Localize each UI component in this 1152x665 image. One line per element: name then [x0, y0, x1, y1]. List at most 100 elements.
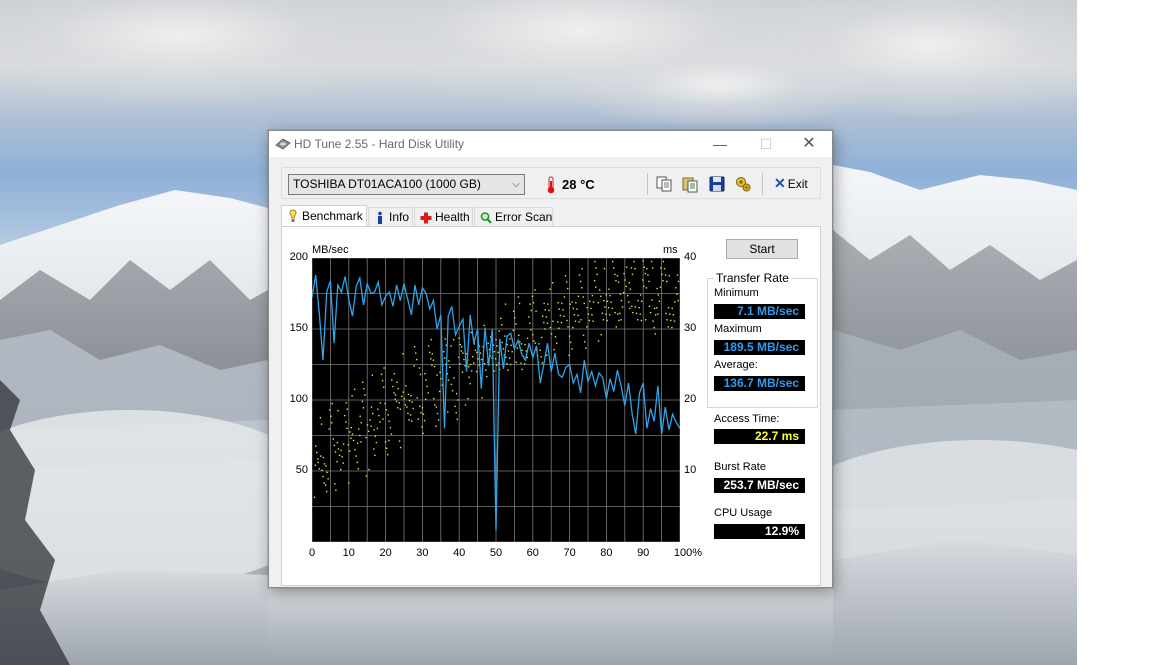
access-time-point — [504, 335, 506, 337]
drive-select[interactable]: TOSHIBA DT01ACA100 (1000 GB) ⌵ — [288, 174, 525, 195]
access-time-point — [632, 311, 634, 314]
window-title: HD Tune 2.55 - Hard Disk Utility — [294, 137, 465, 151]
access-time-point — [620, 299, 623, 302]
access-time-point — [510, 344, 512, 347]
access-time-point — [370, 406, 373, 408]
access-time-point — [617, 281, 620, 283]
maximize-button[interactable]: ☐ — [743, 131, 789, 157]
access-time-point — [318, 468, 321, 470]
access-time-point — [395, 400, 398, 403]
access-time-point — [379, 421, 381, 423]
close-button[interactable]: ✕ — [786, 131, 832, 157]
x-tick-label: 10 — [342, 547, 355, 559]
access-time-point — [558, 308, 560, 310]
tab-info[interactable]: Info — [368, 207, 413, 226]
access-time-point — [558, 327, 560, 329]
access-time-point — [424, 373, 426, 375]
access-time-point — [355, 455, 357, 457]
access-time-point — [359, 415, 361, 418]
access-time-point — [633, 260, 635, 263]
access-time-point — [507, 350, 510, 352]
access-time-point — [577, 295, 580, 298]
access-time-point — [394, 394, 397, 396]
access-time-point — [662, 260, 665, 263]
access-time-point — [586, 306, 588, 309]
access-time-point — [382, 418, 384, 420]
access-time-point — [543, 302, 545, 305]
temperature-value: 28 °C — [562, 177, 595, 192]
save-icon[interactable] — [708, 175, 726, 193]
access-time-point — [546, 354, 548, 356]
access-time-point — [403, 397, 406, 400]
access-time-point — [447, 411, 449, 413]
access-time-point — [336, 461, 338, 463]
x-tick-label: 60 — [526, 547, 539, 559]
burst-rate-value: 253.7 MB/sec — [714, 478, 805, 493]
access-time-point — [326, 471, 328, 474]
access-time-point — [468, 365, 470, 368]
access-time-point — [661, 273, 663, 276]
copy-text-icon[interactable] — [681, 175, 699, 193]
access-time-point — [483, 363, 486, 365]
copy-icon[interactable] — [655, 175, 673, 193]
access-time-point — [563, 296, 566, 298]
access-time-point — [572, 326, 574, 329]
access-time-point — [433, 397, 435, 400]
toolbar-separator — [762, 173, 763, 195]
access-time-point — [408, 419, 410, 421]
access-time-point — [603, 299, 605, 302]
access-time-point — [557, 302, 559, 304]
access-time-point — [356, 442, 359, 444]
access-time-point — [417, 418, 420, 420]
access-time-point — [328, 428, 330, 430]
access-time-point — [618, 319, 620, 322]
access-time-point — [411, 401, 413, 403]
access-time-point — [476, 351, 478, 354]
tab-health[interactable]: Health — [414, 207, 473, 226]
access-time-point — [625, 285, 627, 288]
access-time-point — [338, 454, 341, 457]
access-time-point — [554, 336, 557, 338]
access-time-point — [430, 358, 432, 360]
access-time-point — [498, 330, 500, 332]
access-time-point — [370, 425, 372, 427]
access-time-point — [650, 260, 653, 263]
access-time-point — [667, 326, 669, 328]
access-time-point — [529, 322, 531, 325]
tab-benchmark[interactable]: Benchmark — [281, 205, 367, 227]
access-time-point — [591, 294, 594, 297]
access-time-point — [596, 273, 598, 276]
access-time-point — [387, 414, 389, 416]
access-time-point — [404, 404, 407, 406]
y-tick-label: 100 — [289, 393, 308, 405]
access-time-point — [593, 280, 596, 282]
access-time-point — [629, 288, 631, 290]
access-time-point — [509, 363, 512, 366]
access-time-point — [574, 320, 577, 322]
access-time-point — [606, 300, 609, 302]
start-button[interactable]: Start — [726, 239, 798, 259]
access-time-point — [516, 347, 519, 349]
access-time-point — [477, 358, 479, 360]
access-time-point — [357, 468, 360, 470]
tab-error-scan[interactable]: Error Scan — [474, 207, 553, 226]
access-time-point — [469, 363, 472, 366]
minimize-button[interactable]: — — [697, 131, 743, 157]
access-time-point — [317, 458, 319, 460]
access-time-point — [422, 432, 424, 435]
exit-button[interactable]: ✕ Exit — [774, 175, 808, 192]
access-time-point — [360, 441, 362, 443]
access-time-point — [450, 383, 453, 386]
access-time-point — [481, 397, 483, 399]
access-time-point — [399, 446, 402, 449]
access-time-point — [435, 406, 438, 408]
access-time-point — [319, 417, 322, 419]
options-icon[interactable] — [734, 175, 752, 193]
access-time-point — [359, 434, 361, 437]
access-time-point — [656, 306, 658, 309]
access-time-point — [320, 455, 322, 457]
access-time-point — [662, 280, 664, 282]
title-bar[interactable]: HD Tune 2.55 - Hard Disk Utility — ☐ ✕ — [269, 131, 832, 157]
access-time-point — [567, 326, 569, 328]
access-time-point — [429, 351, 431, 354]
